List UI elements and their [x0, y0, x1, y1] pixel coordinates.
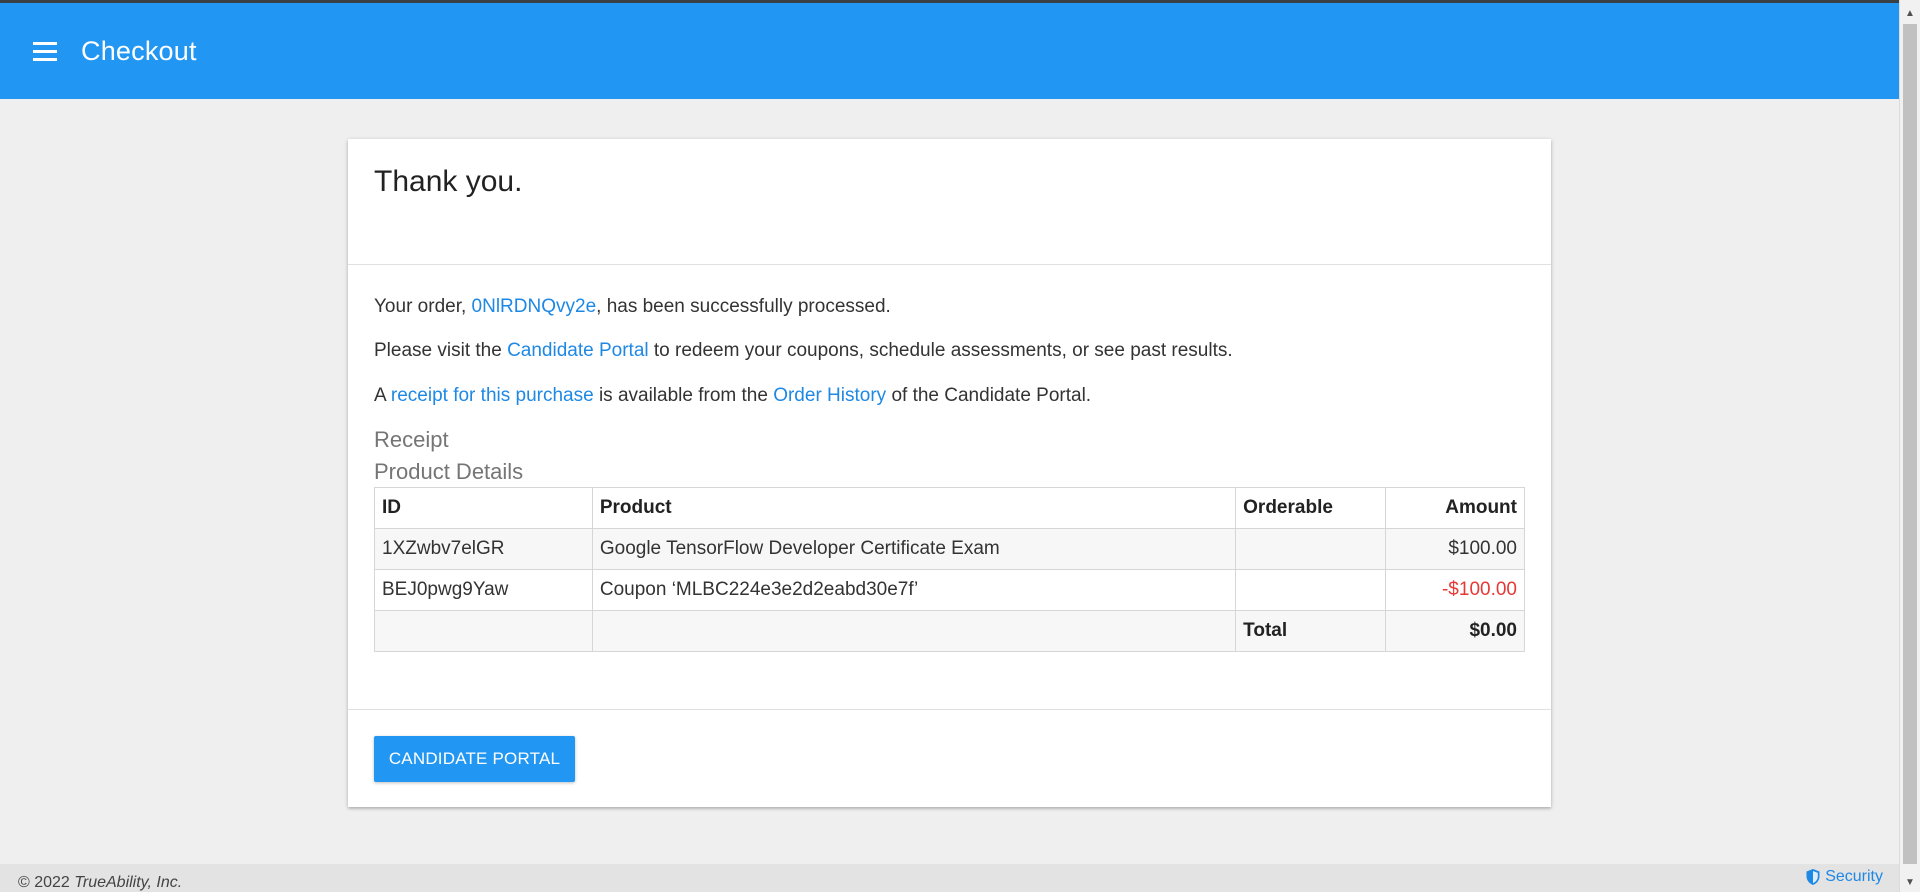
- row-amount-discount: -$100.00: [1385, 569, 1525, 611]
- app-bar-title: Checkout: [81, 35, 197, 66]
- copyright-prefix: © 2022: [18, 874, 75, 891]
- column-header-amount: Amount: [1385, 487, 1525, 529]
- card-header-divider: [348, 264, 1551, 265]
- security-link-label: Security: [1825, 868, 1883, 885]
- security-link[interactable]: Security: [1806, 868, 1883, 886]
- column-header-product: Product: [591, 487, 1237, 529]
- row-product: Google TensorFlow Developer Certificate …: [591, 528, 1237, 570]
- vertical-scrollbar[interactable]: ▲ ▼: [1899, 0, 1920, 892]
- column-header-orderable: Orderable: [1235, 487, 1387, 529]
- portal-message-prefix: Please visit the: [374, 340, 508, 361]
- table-row: 1XZwbv7elGR Google TensorFlow Developer …: [374, 528, 1525, 570]
- menu-icon[interactable]: [25, 31, 65, 71]
- order-message: Your order, 0NlRDNQvy2e, has been succes…: [374, 296, 891, 318]
- portal-message-suffix: to redeem your coupons, schedule assessm…: [648, 340, 1233, 361]
- order-confirmation-card: Thank you. Your order, 0NlRDNQvy2e, has …: [348, 139, 1551, 807]
- row-product: Coupon ‘MLBC224e3e2d2eabd30e7f’: [591, 569, 1237, 611]
- total-empty-cell: [374, 610, 593, 652]
- table-header-row: ID Product Orderable Amount: [374, 487, 1525, 529]
- order-id-link[interactable]: 0NlRDNQvy2e: [472, 296, 597, 317]
- receipt-message-prefix: A: [374, 385, 391, 406]
- row-id: 1XZwbv7elGR: [374, 528, 593, 570]
- scrollbar-thumb[interactable]: [1903, 24, 1917, 864]
- company-name: TrueAbility, Inc.: [74, 874, 183, 891]
- row-orderable: [1235, 569, 1387, 611]
- total-value: $0.00: [1385, 610, 1525, 652]
- scroll-up-arrow-icon[interactable]: ▲: [1900, 3, 1920, 23]
- receipt-link[interactable]: receipt for this purchase: [391, 385, 594, 406]
- order-history-link[interactable]: Order History: [773, 385, 886, 406]
- receipt-message-suffix: of the Candidate Portal.: [886, 385, 1092, 406]
- total-empty-cell: [591, 610, 1237, 652]
- order-message-suffix: , has been successfully processed.: [596, 296, 891, 317]
- receipt-heading: Receipt: [374, 427, 449, 452]
- scroll-down-arrow-icon[interactable]: ▼: [1900, 872, 1920, 892]
- row-orderable: [1235, 528, 1387, 570]
- table-row: BEJ0pwg9Yaw Coupon ‘MLBC224e3e2d2eabd30e…: [374, 569, 1525, 611]
- row-amount: $100.00: [1385, 528, 1525, 570]
- row-id: BEJ0pwg9Yaw: [374, 569, 593, 611]
- page-title: Thank you.: [374, 165, 523, 198]
- shield-icon: [1806, 869, 1820, 885]
- portal-message: Please visit the Candidate Portal to red…: [374, 340, 1233, 362]
- copyright-text: © 2022 TrueAbility, Inc.: [18, 874, 182, 892]
- candidate-portal-link[interactable]: Candidate Portal: [507, 340, 649, 361]
- app-bar: Checkout: [0, 3, 1899, 99]
- page-footer: © 2022 TrueAbility, Inc. Security: [0, 864, 1899, 892]
- column-header-id: ID: [374, 487, 593, 529]
- receipt-message: A receipt for this purchase is available…: [374, 385, 1091, 407]
- table-total-row: Total $0.00: [374, 610, 1525, 652]
- receipt-message-middle: is available from the: [593, 385, 774, 406]
- total-label: Total: [1235, 610, 1387, 652]
- order-message-prefix: Your order,: [374, 296, 472, 317]
- product-details-heading: Product Details: [374, 459, 524, 484]
- candidate-portal-button[interactable]: CANDIDATE PORTAL: [374, 736, 575, 782]
- card-footer-divider: [348, 709, 1551, 710]
- product-details-table: ID Product Orderable Amount 1XZwbv7elGR …: [374, 487, 1525, 652]
